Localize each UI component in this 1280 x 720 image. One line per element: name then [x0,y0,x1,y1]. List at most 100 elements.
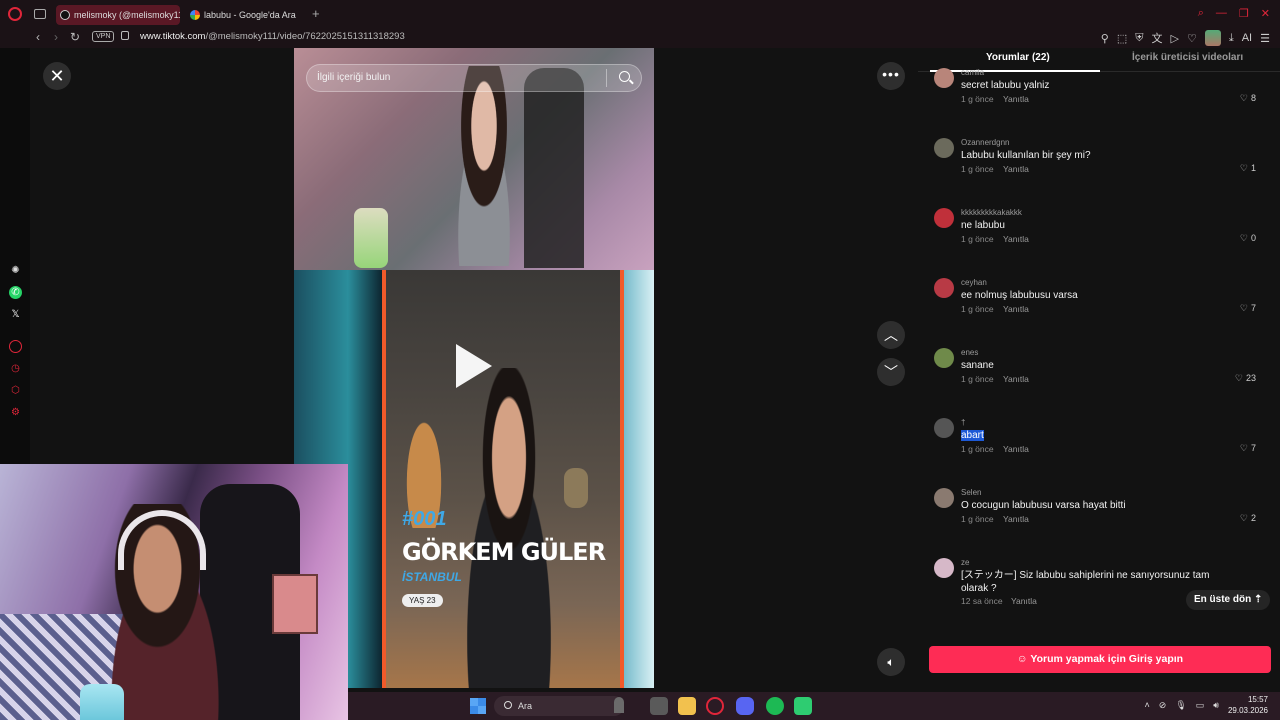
reply-button[interactable]: Yanıtla [1003,234,1029,244]
extensions-icon[interactable]: ⬡ [9,384,22,397]
avatar[interactable] [934,418,954,438]
close-window-icon[interactable]: ✕ [1261,7,1270,20]
comment-username[interactable]: enes [961,348,978,357]
avatar[interactable] [934,208,954,228]
tab-creator-videos[interactable]: İçerik üreticisi videoları [1132,52,1243,63]
tab-label: melismoky (@melismoky111 [74,10,180,20]
play-icon[interactable] [456,344,492,388]
avatar[interactable] [934,138,954,158]
tab-comments[interactable]: Yorumlar (22) [986,52,1050,63]
play-icon[interactable]: ▷ [1171,32,1179,45]
close-video-button[interactable]: ✕ [43,62,71,90]
x-icon[interactable]: 𝕏 [9,308,22,321]
pin-icon[interactable]: ⚲ [1101,32,1109,45]
reply-button[interactable]: Yanıtla [1011,596,1037,606]
comment-item: † abart 1 g önce Yanıtla ♡ 7 [934,418,1274,478]
previous-video-button[interactable]: ︿ [877,321,905,349]
like-button[interactable]: ♡ 1 [1240,163,1256,174]
volume-icon[interactable]: 🔊︎ [1213,700,1219,711]
file-explorer-icon[interactable] [678,697,696,715]
download-icon[interactable]: ⤓ [1229,32,1234,45]
opera-icon[interactable] [706,697,724,715]
app-icon[interactable] [794,697,812,715]
lock-icon[interactable] [121,31,129,40]
avatar[interactable] [934,348,954,368]
shield-icon[interactable]: ⛨ [1135,32,1143,45]
like-button[interactable]: ♡ 7 [1240,303,1256,314]
volume-button[interactable]: 🔈︎ [877,648,905,676]
display-icon[interactable]: ▭ [1196,700,1205,711]
discord-icon[interactable] [736,697,754,715]
browser-tab-google[interactable]: labubu - Google'da Ara [186,5,306,25]
translate-icon[interactable]: 文 [1152,30,1163,46]
next-video-button[interactable]: ﹀ [877,358,905,386]
player-icon[interactable] [9,340,22,353]
lighthouse-icon[interactable] [614,697,624,713]
tab-switcher-icon[interactable] [34,9,46,19]
comment-username[interactable]: Ozannerdgnn [961,138,1009,147]
forward-icon[interactable]: › [54,30,58,44]
back-icon[interactable]: ‹ [36,30,40,44]
settings-icon[interactable]: ⚙ [9,406,22,419]
comment-username[interactable]: kkkkkkkkkakakkk [961,208,1022,217]
menu-icon[interactable]: ☰ [1260,32,1270,45]
like-button[interactable]: ♡ 8 [1240,93,1256,104]
avatar[interactable] [934,278,954,298]
ai-button[interactable]: AI [1242,32,1252,44]
related-search-input[interactable]: İlgili içeriği bulun [306,64,642,92]
reply-button[interactable]: Yanıtla [1003,444,1029,454]
like-button[interactable]: ♡ 23 [1235,373,1256,384]
comment-username[interactable]: camila [961,68,984,77]
like-count: 8 [1250,93,1256,103]
like-count: 0 [1250,233,1256,243]
reload-icon[interactable]: ↻ [70,30,80,44]
new-tab-icon[interactable]: + [312,7,320,20]
opera-logo-icon[interactable] [8,7,22,21]
reply-button[interactable]: Yanıtla [1003,164,1029,174]
login-to-comment-button[interactable]: ☺ Yorum yapmak için Giriş yapın [929,646,1271,673]
chatgpt-icon[interactable]: ✺ [9,264,22,277]
comment-username[interactable]: ceyhan [961,278,987,287]
profile-avatar[interactable] [1204,30,1221,46]
like-button[interactable]: ♡ 2 [1240,513,1256,524]
chevron-up-icon[interactable]: ˄ [1145,700,1150,710]
reply-button[interactable]: Yanıtla [1003,94,1029,104]
whatsapp-icon[interactable]: ✆ [9,286,22,299]
video-player[interactable]: İlgili içeriği bulun #001 GÖRKEM GÜLER İ… [294,48,654,688]
network-off-icon[interactable]: ⊘ [1159,700,1167,711]
task-view-icon[interactable] [650,697,668,715]
more-options-button[interactable]: ••• [877,62,905,90]
start-icon[interactable] [470,698,486,714]
browser-tab-tiktok[interactable]: melismoky (@melismoky111 [56,5,180,25]
avatar[interactable] [934,488,954,508]
snapshot-icon[interactable]: ⬚ [1117,32,1127,45]
scroll-to-top-button[interactable]: En üste dön ⇡ [1186,590,1271,610]
avatar[interactable] [934,68,954,88]
url-field[interactable]: www.tiktok.com/@melismoky111/video/76220… [140,31,405,42]
lamp [354,208,388,268]
microphone-icon[interactable]: 🎙︎ [1175,700,1186,711]
taskbar-search[interactable]: Ara [494,696,624,716]
restore-icon[interactable]: ❐ [1239,7,1249,20]
reply-button[interactable]: Yanıtla [1003,304,1029,314]
reply-button[interactable]: Yanıtla [1003,514,1029,524]
like-button[interactable]: ♡ 0 [1240,233,1256,244]
avatar[interactable] [934,558,954,578]
history-icon[interactable]: ◷ [9,362,22,375]
comment-username[interactable]: ze [961,558,969,567]
search-tabs-icon[interactable]: ⌕ [1198,7,1204,20]
search-icon[interactable] [619,71,630,82]
heart-icon[interactable]: ♡ [1187,32,1197,45]
comment-time: 1 g önce [961,304,994,314]
minimize-icon[interactable]: — [1216,7,1227,20]
like-button[interactable]: ♡ 7 [1240,443,1256,454]
comment-time: 1 g önce [961,94,994,104]
comment-text-content: secret labubu yalniz [961,80,1050,91]
spotify-icon[interactable] [766,697,784,715]
vpn-badge[interactable]: VPN [92,31,115,42]
search-divider [606,69,607,87]
comment-username[interactable]: Selen [961,488,981,497]
comment-username[interactable]: † [961,418,965,427]
clock[interactable]: 15:57 29.03.2026 [1228,694,1268,716]
reply-button[interactable]: Yanıtla [1003,374,1029,384]
